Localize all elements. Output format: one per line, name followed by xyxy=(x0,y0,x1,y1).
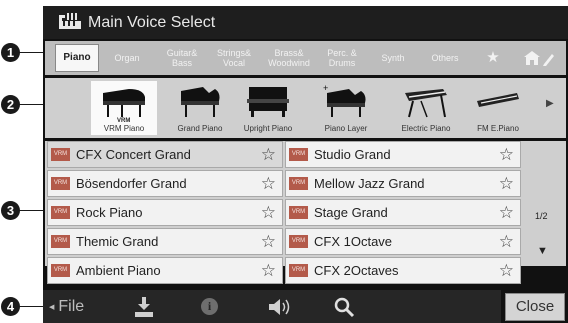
star-icon[interactable]: ☆ xyxy=(499,261,514,280)
sub-category-vrm-piano[interactable]: VRM VRM Piano xyxy=(91,81,157,135)
voice-name: CFX 1Octave xyxy=(314,234,393,249)
vrm-badge: VRM xyxy=(51,206,70,219)
voice-item[interactable]: VRM Rock Piano ☆ xyxy=(47,199,283,226)
star-icon[interactable]: ☆ xyxy=(261,174,276,193)
info-icon: i xyxy=(201,298,218,315)
sub-category-grand-piano[interactable]: Grand Piano xyxy=(167,81,233,135)
grand-piano-icon xyxy=(103,89,145,117)
title-bar: Main Voice Select xyxy=(43,6,568,39)
vrm-badge: VRM xyxy=(289,206,308,219)
callout-1: 1 xyxy=(1,43,20,62)
piano-layer-icon: + xyxy=(323,83,366,117)
user-edit-icon xyxy=(524,51,554,66)
tab-brass-woodwind[interactable]: Brass& Woodwind xyxy=(263,44,315,72)
tab-organ[interactable]: Organ xyxy=(105,44,149,72)
voice-item[interactable]: VRM Ambient Piano ☆ xyxy=(47,257,283,284)
info-button[interactable]: i xyxy=(201,290,223,323)
callout-3: 3 xyxy=(1,201,20,220)
tab-others[interactable]: Others xyxy=(421,44,469,72)
star-icon[interactable]: ☆ xyxy=(261,203,276,222)
star-icon[interactable]: ☆ xyxy=(499,203,514,222)
tab-user-edit[interactable] xyxy=(517,44,561,72)
tab-piano[interactable]: Piano xyxy=(55,44,99,72)
vrm-badge: VRM xyxy=(289,235,308,248)
sub-category-piano-layer[interactable]: + Piano Layer xyxy=(313,81,379,135)
voice-list: VRM CFX Concert Grand ☆ VRM Bösendorfer … xyxy=(45,141,566,284)
speaker-icon xyxy=(269,298,290,315)
sub-category-label: Piano Layer xyxy=(324,124,368,133)
voice-item[interactable]: VRM Mellow Jazz Grand ☆ xyxy=(285,170,521,197)
star-icon[interactable]: ☆ xyxy=(261,232,276,251)
tab-strings-vocal[interactable]: Strings& Vocal xyxy=(209,44,259,72)
voice-item[interactable]: VRM CFX Concert Grand ☆ xyxy=(47,141,283,168)
callout-4: 4 xyxy=(1,297,20,316)
voice-name: Stage Grand xyxy=(314,205,388,220)
save-icon xyxy=(135,296,153,317)
star-icon[interactable]: ☆ xyxy=(261,261,276,280)
sub-category-label: Upright Piano xyxy=(243,124,293,133)
grand-piano-icon xyxy=(181,87,220,117)
voice-item[interactable]: VRM Studio Grand ☆ xyxy=(285,141,521,168)
vrm-badge: VRM xyxy=(51,264,70,277)
tab-guitar-bass[interactable]: Guitar& Bass xyxy=(159,44,205,72)
sub-category-label: Electric Piano xyxy=(401,124,451,133)
voice-item[interactable]: VRM CFX 2Octaves ☆ xyxy=(285,257,521,284)
next-arrow-icon[interactable]: ▶ xyxy=(546,98,554,109)
callout-2: 2 xyxy=(1,95,20,114)
star-icon[interactable]: ☆ xyxy=(499,145,514,164)
star-icon[interactable]: ☆ xyxy=(261,145,276,164)
search-icon xyxy=(334,297,355,317)
sub-category-upright-piano[interactable]: Upright Piano xyxy=(235,81,301,135)
upright-piano-icon xyxy=(247,87,289,117)
voice-name: CFX 2Octaves xyxy=(314,263,399,278)
vrm-badge: VRM xyxy=(289,264,308,277)
voice-item[interactable]: VRM Stage Grand ☆ xyxy=(285,199,521,226)
vrm-badge: VRM xyxy=(289,177,308,190)
voice-item[interactable]: VRM CFX 1Octave ☆ xyxy=(285,228,521,255)
file-button[interactable]: ◀ File xyxy=(49,290,109,323)
search-button[interactable] xyxy=(333,290,359,323)
volume-button[interactable] xyxy=(267,290,295,323)
folder-arrow-icon: ◀ xyxy=(49,303,55,311)
file-label: File xyxy=(58,297,85,315)
keyboard-icon xyxy=(59,13,81,29)
sub-category-label: VRM Piano xyxy=(103,124,145,133)
voice-name: CFX Concert Grand xyxy=(76,147,191,162)
vrm-badge: VRM xyxy=(289,148,308,161)
sub-category-electric-piano[interactable]: Electric Piano xyxy=(393,81,459,135)
voice-item[interactable]: VRM Themic Grand ☆ xyxy=(47,228,283,255)
star-icon[interactable]: ☆ xyxy=(499,174,514,193)
tab-synth[interactable]: Synth xyxy=(371,44,415,72)
tab-perc-drums[interactable]: Perc. & Drums xyxy=(319,44,365,72)
category-tab-bar: Piano Organ Guitar& Bass Strings& Vocal … xyxy=(45,41,566,75)
fm-e-piano-icon xyxy=(477,93,519,107)
voice-name: Studio Grand xyxy=(314,147,391,162)
vrm-badge: VRM xyxy=(51,148,70,161)
close-button[interactable]: Close xyxy=(505,293,565,321)
electric-piano-icon xyxy=(405,89,447,118)
sub-category-label: Grand Piano xyxy=(177,124,223,133)
vrm-badge: VRM xyxy=(51,177,70,190)
voice-name: Mellow Jazz Grand xyxy=(314,176,425,191)
save-button[interactable] xyxy=(133,290,159,323)
vrm-badge: VRM xyxy=(51,235,70,248)
page-down-icon[interactable]: ▼ xyxy=(537,245,548,257)
star-icon[interactable]: ☆ xyxy=(499,232,514,251)
page-indicator: 1/2 xyxy=(535,211,548,221)
sub-category-fm-e-piano[interactable]: FM E.Piano xyxy=(465,81,531,135)
voice-name: Rock Piano xyxy=(76,205,143,220)
voice-name: Bösendorfer Grand xyxy=(76,176,187,191)
voice-item[interactable]: VRM Bösendorfer Grand ☆ xyxy=(47,170,283,197)
svg-text:+: + xyxy=(323,83,328,93)
bottom-bar: ◀ File i xyxy=(43,290,501,323)
voice-name: Themic Grand xyxy=(76,234,159,249)
tab-favorite[interactable]: ★ xyxy=(475,44,511,72)
sub-category-bar: VRM VRM Piano Grand Piano Upright Piano xyxy=(45,78,566,138)
screen-title: Main Voice Select xyxy=(88,14,216,31)
voice-name: Ambient Piano xyxy=(76,263,161,278)
sub-category-label: FM E.Piano xyxy=(477,124,519,133)
voice-select-screen: Main Voice Select Piano Organ Guitar& Ba… xyxy=(43,6,568,323)
